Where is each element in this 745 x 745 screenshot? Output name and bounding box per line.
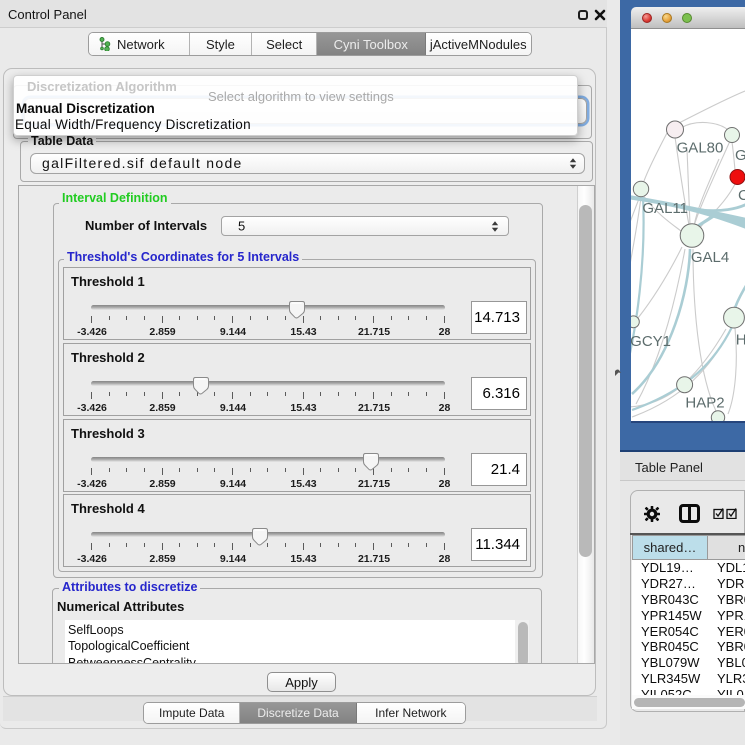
svg-text:GAL11: GAL11 [642,200,688,217]
svg-text:GA: GA [735,147,745,164]
svg-text:GCY1: GCY1 [631,333,671,350]
svg-text:HI: HI [736,332,745,349]
svg-text:GAL80: GAL80 [677,140,724,157]
svg-text:C: C [738,187,745,204]
svg-text:HAP2: HAP2 [685,395,724,412]
svg-text:GAL4: GAL4 [691,249,729,266]
